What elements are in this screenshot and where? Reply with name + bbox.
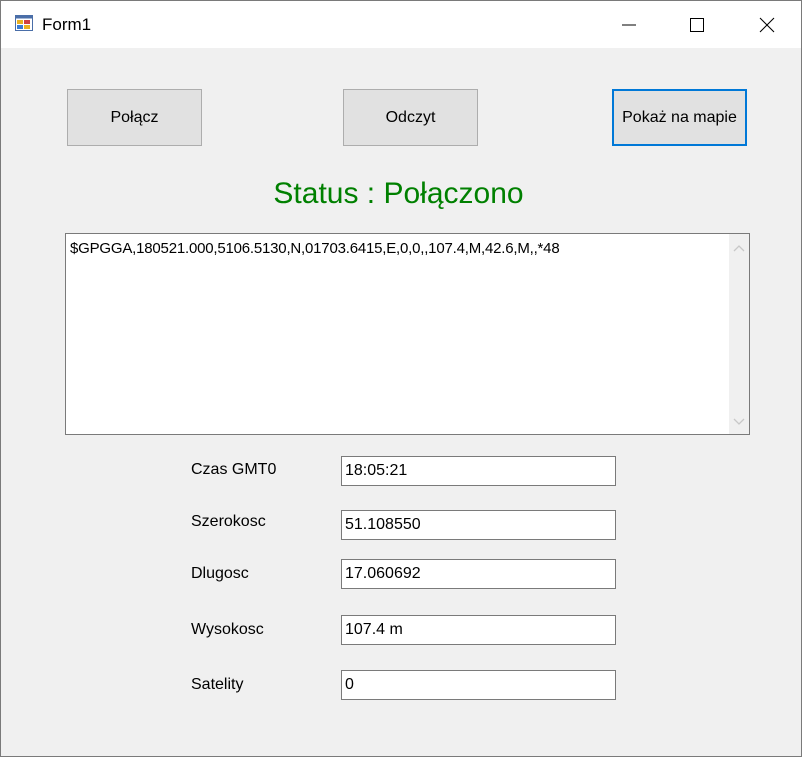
status-text: Status : Połączono bbox=[273, 177, 524, 210]
scroll-up-button[interactable] bbox=[729, 238, 749, 258]
chevron-down-icon bbox=[733, 418, 745, 425]
app-icon bbox=[15, 15, 33, 31]
latitude-field[interactable]: 51.108550 bbox=[341, 510, 616, 540]
satellites-label: Satelity bbox=[191, 676, 244, 693]
chevron-up-icon bbox=[733, 245, 745, 252]
minimize-icon bbox=[622, 24, 636, 25]
window-title: Form1 bbox=[42, 15, 92, 34]
altitude-field[interactable]: 107.4 m bbox=[341, 615, 616, 645]
show-on-map-button[interactable]: Pokaż na mapie bbox=[612, 89, 747, 146]
status-label: Status : Połączono bbox=[1, 176, 801, 212]
close-icon bbox=[759, 17, 775, 32]
connect-button[interactable]: Połącz bbox=[67, 89, 202, 146]
altitude-label: Wysokosc bbox=[191, 621, 264, 638]
title-bar[interactable]: Form1 bbox=[1, 1, 801, 48]
satellites-field[interactable]: 0 bbox=[341, 670, 616, 700]
minimize-button[interactable] bbox=[594, 1, 664, 48]
nmea-output-textarea[interactable]: $GPGGA,180521.000,5106.5130,N,01703.6415… bbox=[65, 233, 750, 435]
close-button[interactable] bbox=[732, 1, 802, 48]
vertical-scrollbar[interactable] bbox=[729, 234, 749, 434]
scroll-down-button[interactable] bbox=[729, 412, 749, 432]
longitude-label: Dlugosc bbox=[191, 565, 249, 582]
main-window: Form1 Połącz Odczyt Pokaż na mapie Statu… bbox=[0, 0, 802, 757]
maximize-icon bbox=[690, 17, 704, 32]
time-gmt-field[interactable]: 18:05:21 bbox=[341, 456, 616, 486]
maximize-button[interactable] bbox=[662, 1, 732, 48]
time-gmt-label: Czas GMT0 bbox=[191, 461, 277, 478]
read-button[interactable]: Odczyt bbox=[343, 89, 478, 146]
nmea-output-text: $GPGGA,180521.000,5106.5130,N,01703.6415… bbox=[70, 240, 560, 257]
latitude-label: Szerokosc bbox=[191, 513, 266, 530]
longitude-field[interactable]: 17.060692 bbox=[341, 559, 616, 589]
